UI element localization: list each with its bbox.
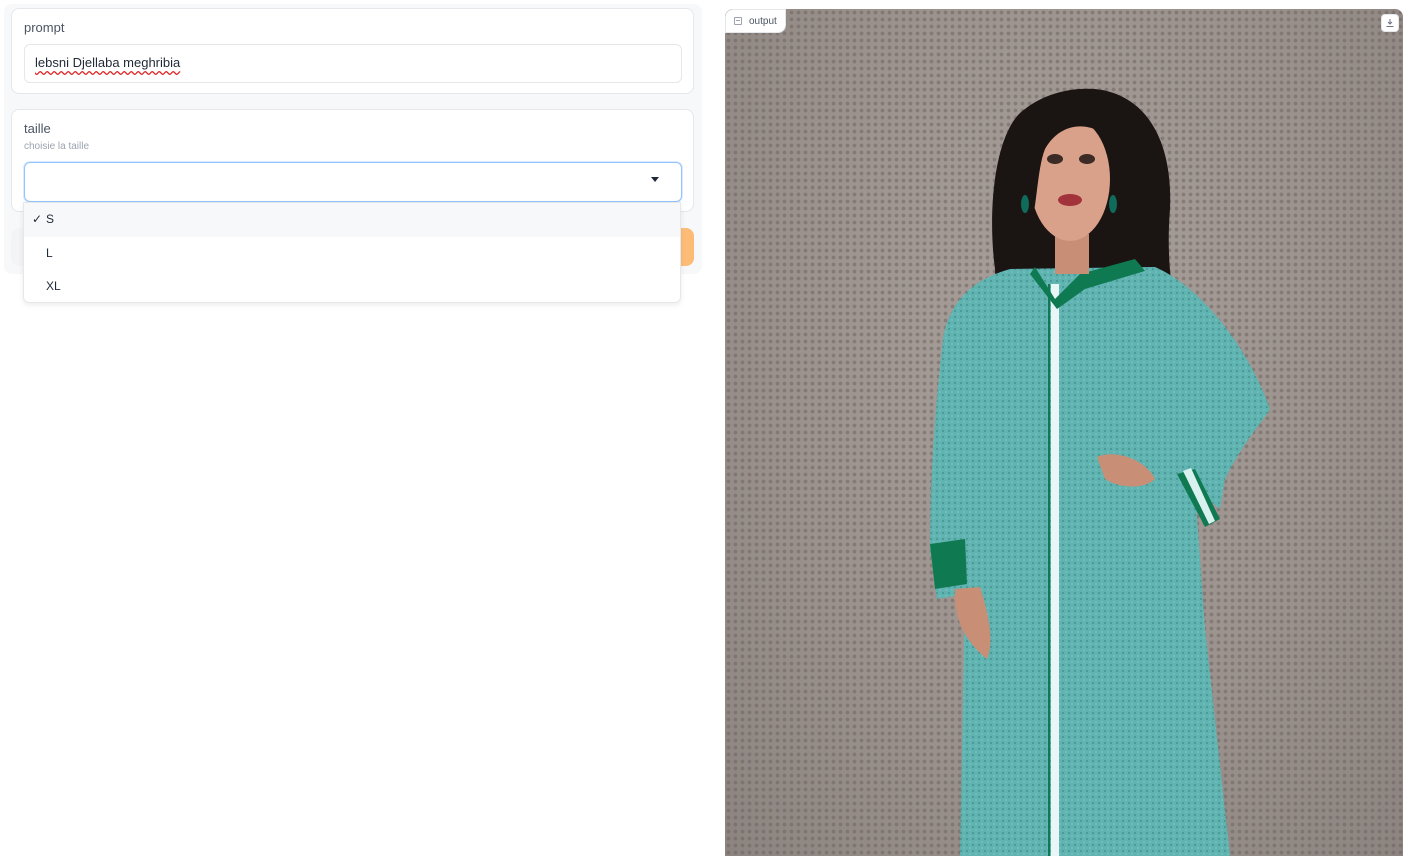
djellaba-figure [930, 88, 1270, 856]
output-label-tag: output [725, 9, 786, 33]
option-s[interactable]: ✓ S [24, 203, 680, 237]
taille-info: choisie la taille [24, 141, 90, 152]
option-label: L [46, 246, 53, 260]
option-xl[interactable]: XL [24, 270, 680, 302]
option-label: XL [46, 279, 61, 293]
output-image [725, 9, 1403, 856]
option-l[interactable]: L [24, 237, 680, 270]
option-label: S [46, 212, 55, 226]
taille-dropdown[interactable] [24, 162, 682, 202]
taille-label: taille [24, 121, 51, 136]
prompt-input-value: lebsni Djellaba meghribia [35, 55, 181, 70]
image-icon [734, 17, 742, 25]
prompt-label: prompt [24, 20, 65, 35]
download-icon [1386, 19, 1394, 27]
prompt-input[interactable]: lebsni Djellaba meghribia [24, 44, 682, 83]
check-icon: ✓ [32, 212, 43, 226]
download-button[interactable] [1381, 14, 1399, 32]
chevron-down-icon[interactable] [651, 177, 659, 182]
output-panel: output [725, 9, 1403, 856]
taille-options-list: ✓ S L XL [23, 202, 681, 303]
prompt-block: prompt lebsni Djellaba meghribia [11, 8, 694, 94]
taille-block: taille choisie la taille [11, 109, 694, 212]
output-label: output [749, 15, 777, 27]
